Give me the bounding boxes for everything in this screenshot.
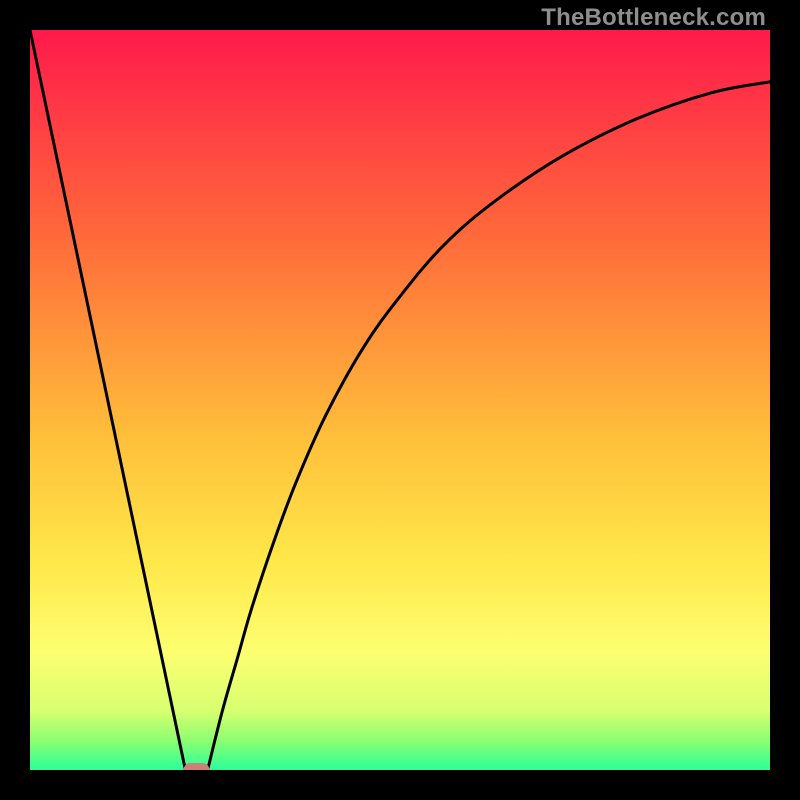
marker-layer: [184, 763, 210, 770]
chart-svg: [30, 30, 770, 770]
chart-frame: [30, 30, 770, 770]
optimal-marker: [184, 763, 210, 770]
gradient-background: [30, 30, 770, 770]
watermark-label: TheBottleneck.com: [541, 4, 766, 32]
